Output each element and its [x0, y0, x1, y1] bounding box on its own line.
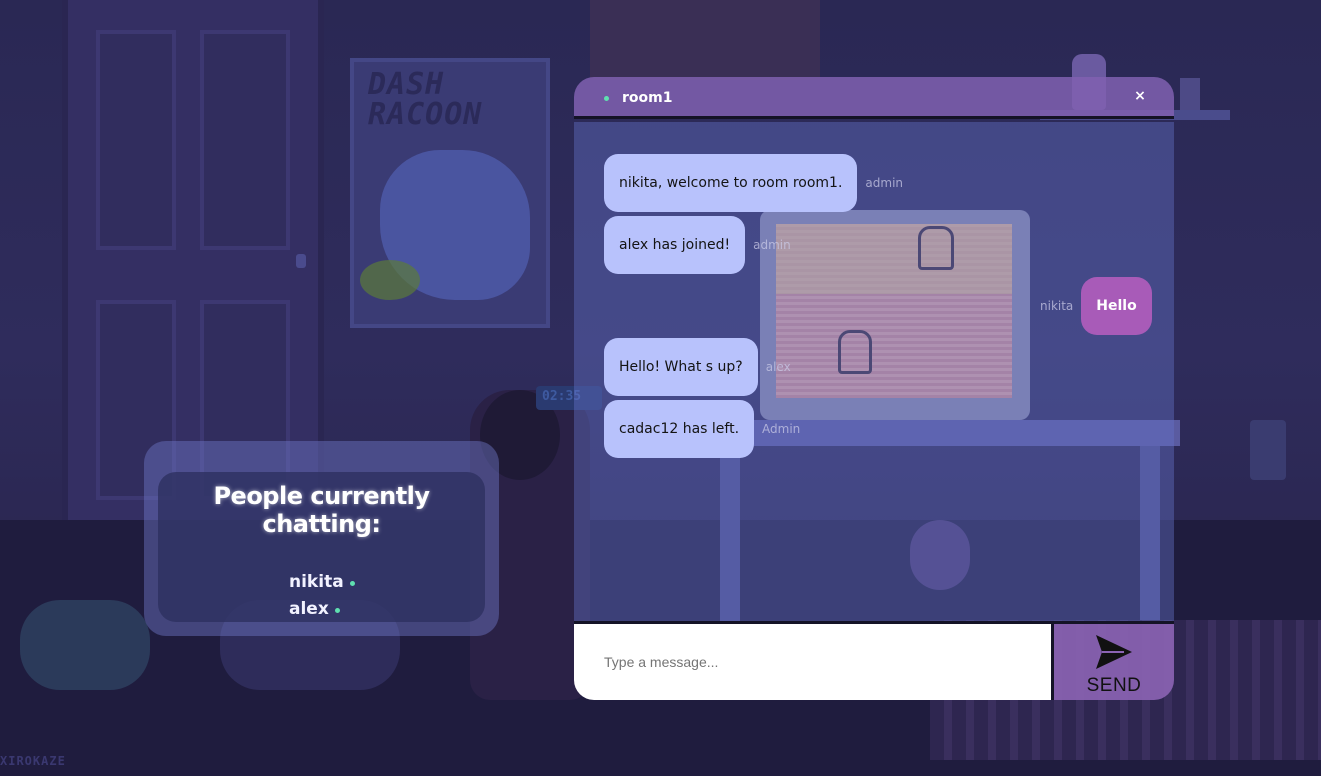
message-item: alex has joined! admin — [604, 216, 791, 274]
wardrobe — [590, 0, 820, 80]
online-status-dot — [334, 607, 340, 613]
poster-art — [360, 260, 420, 300]
message-item-own: nikita Hello — [1040, 277, 1152, 335]
people-panel-inner: People currently chatting: nikita alex — [158, 472, 485, 622]
poster-text: DASH RACOON — [368, 67, 483, 132]
send-button-label: SEND — [1086, 675, 1142, 696]
chat-window: room1 × nikita, welcome to room room1. a… — [574, 77, 1174, 700]
message-sender: Admin — [762, 422, 801, 436]
people-list-item: alex — [289, 595, 485, 622]
message-bubble: Hello! What s up? — [604, 338, 758, 396]
people-panel-title: People currently chatting: — [213, 482, 430, 538]
message-bubble: alex has joined! — [604, 216, 746, 274]
people-list: nikita alex — [158, 568, 485, 622]
room-status-dot — [604, 96, 609, 101]
wall-socket — [1250, 420, 1286, 480]
message-item: nikita, welcome to room room1. admin — [604, 154, 903, 212]
close-button[interactable]: × — [1132, 88, 1148, 106]
send-arrow-icon — [1096, 635, 1132, 669]
room-name: room1 — [622, 90, 673, 106]
message-sender: alex — [765, 360, 791, 374]
people-list-item: nikita — [289, 568, 485, 595]
door-knob — [296, 254, 306, 268]
message-list[interactable]: nikita, welcome to room room1. admin ale… — [574, 122, 1174, 621]
message-bubble: nikita, welcome to room room1. — [604, 154, 858, 212]
message-input[interactable] — [574, 624, 1054, 700]
shelf-figurine — [1180, 78, 1200, 110]
message-bubble: cadac12 has left. — [604, 400, 755, 458]
message-sender: nikita — [1040, 299, 1074, 313]
person-name: alex — [289, 598, 329, 619]
door-panel — [96, 30, 176, 250]
chat-header: room1 × — [574, 77, 1174, 119]
artist-signature: XIROKAZE — [0, 754, 66, 768]
message-sender: admin — [753, 238, 791, 252]
online-status-dot — [349, 580, 355, 586]
message-bubble-own: Hello — [1081, 277, 1152, 335]
person-name: nikita — [289, 571, 344, 592]
floor-cushion — [20, 600, 150, 690]
message-item: cadac12 has left. Admin — [604, 400, 800, 458]
message-item: Hello! What s up? alex — [604, 338, 791, 396]
send-button[interactable]: SEND — [1054, 624, 1174, 700]
message-sender: admin — [865, 176, 904, 190]
message-composer: SEND — [574, 621, 1174, 700]
door-panel — [200, 30, 290, 250]
people-panel: People currently chatting: nikita alex — [144, 441, 499, 636]
